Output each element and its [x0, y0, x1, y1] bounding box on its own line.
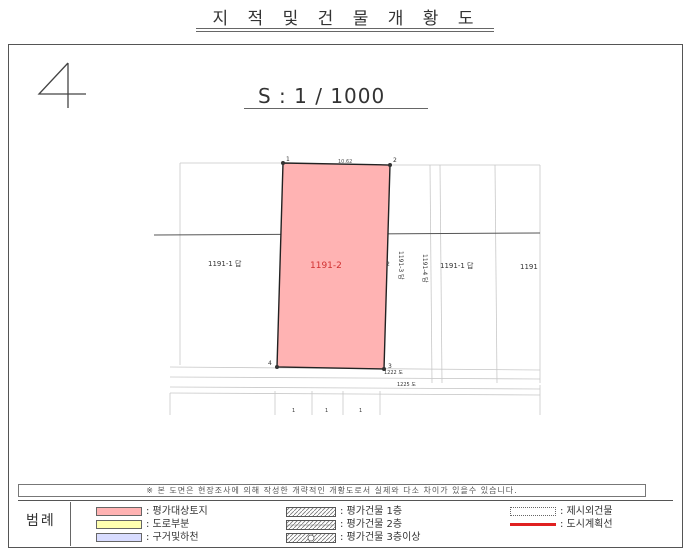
- title-underline-2: [196, 31, 494, 32]
- vertex-label-2: 2: [393, 157, 397, 164]
- legend-label-unlisted: : 제시외건물: [560, 506, 613, 517]
- neighbor-right-vertical-1: 1191-3 답: [397, 251, 404, 280]
- vertex-label-3: 3: [388, 363, 392, 370]
- legend-swatch-floor-2: [286, 520, 336, 530]
- legend-swatch-floor-3: [286, 533, 336, 543]
- legend-swatch-ditch: [96, 533, 142, 542]
- legend-label-subject: : 평가대상토지: [146, 506, 208, 517]
- title-underline: [196, 28, 494, 29]
- lot-mark-3: 1: [359, 408, 362, 414]
- legend-swatch-unlisted: [510, 507, 556, 516]
- page-title: 지 적 및 건 물 개 황 도: [212, 9, 481, 29]
- legend-swatch-floor-1: [286, 507, 336, 517]
- legend-title: 범례: [26, 513, 56, 529]
- road-label-1222: 1222 도: [384, 370, 403, 376]
- dimension-top: 10.62: [338, 159, 352, 165]
- lot-mark-2: 1: [325, 408, 328, 414]
- legend-label-floor-1: : 평가건물 1층: [340, 506, 403, 517]
- vertex-label-1: 1: [286, 156, 290, 163]
- neighbor-cut-label: 2: [386, 261, 390, 268]
- legend-swatch-subject: [96, 507, 142, 516]
- legend-swatch-road: [96, 520, 142, 529]
- neighbor-left-label: 1191-1 답: [208, 259, 242, 268]
- scale-underline: [244, 108, 428, 109]
- sheet-number: [37, 62, 86, 108]
- vertex-label-4: 4: [268, 360, 272, 367]
- disclaimer-notice: ※ 본 도면은 현장조사에 의해 작성한 개략적인 개황도로서 실제와 다소 차…: [18, 484, 646, 497]
- cadastral-map: 1 2 3 4 10.62 1191-2 1191-1 답 1191-3 답 1…: [153, 156, 541, 415]
- sheet-number-glyph: [37, 62, 86, 108]
- legend-label-road: : 도로부분: [146, 519, 190, 530]
- neighbor-right-vertical-2: 1191-4 답: [421, 254, 428, 283]
- subject-parcel-label: 1191-2: [310, 261, 342, 271]
- map-scale: S : 1 / 1000: [258, 84, 386, 108]
- neighbor-far-right-label: 1191: [520, 263, 538, 271]
- legend-separator: [70, 502, 71, 546]
- legend-label-plan-line: : 도시계획선: [560, 519, 613, 530]
- legend-label-floor-3: : 평가건물 3층이상: [340, 532, 421, 543]
- legend-swatch-plan-line: [510, 523, 556, 526]
- legend-label-floor-2: : 평가건물 2층: [340, 519, 403, 530]
- lot-mark-1: 1: [292, 408, 295, 414]
- road-label-1225: 1225 도: [397, 382, 416, 388]
- neighbor-right-label: 1191-1 답: [440, 261, 474, 270]
- legend-label-ditch: : 구거및하천: [146, 532, 199, 543]
